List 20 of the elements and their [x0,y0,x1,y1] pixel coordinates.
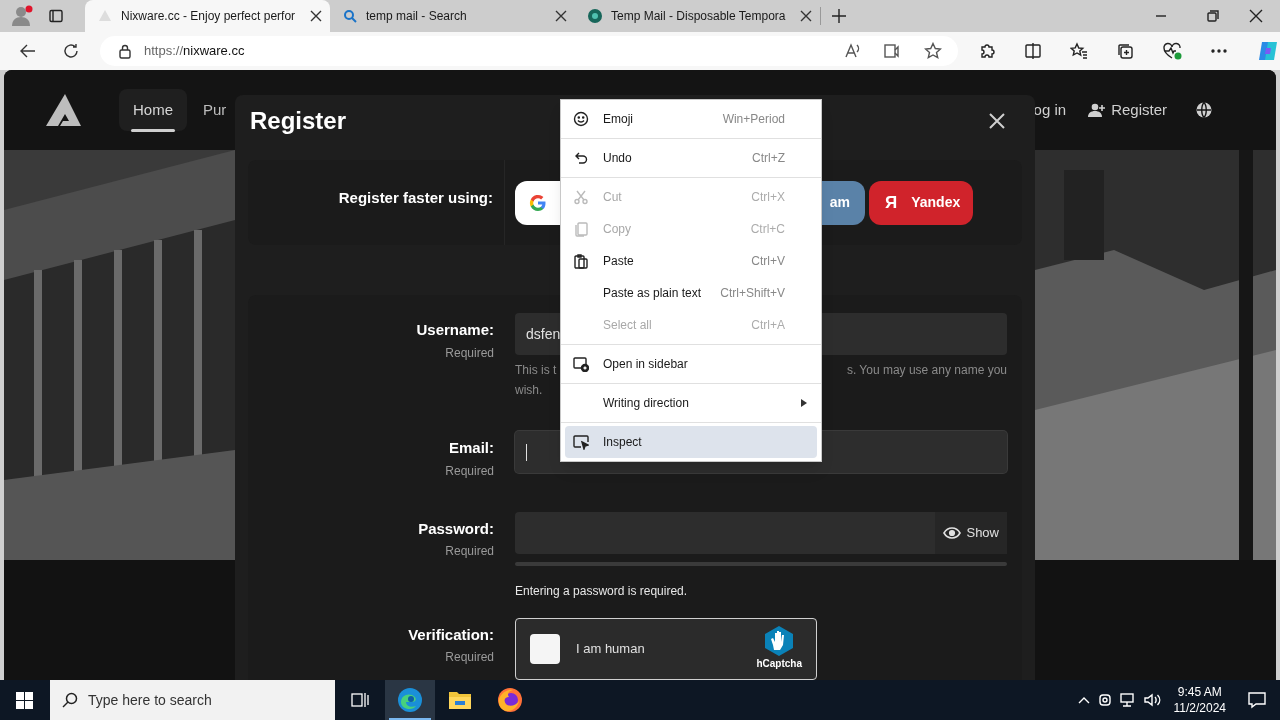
required-note: Required [445,543,494,560]
field-label: Verification: [408,624,494,645]
field-label: Email: [449,438,494,458]
field-label: Password: [418,518,494,539]
field-label: Register faster using: [338,188,493,208]
hint-text: wish. [515,382,544,399]
url-text: https://nixware.cc [144,42,245,61]
tab-title: temp mail - Search [366,8,467,25]
required-note: Required [445,344,494,362]
hint-text: This is t [515,362,557,379]
dialog-title: Register [250,106,347,136]
captcha-brand: hCaptcha [756,657,802,671]
tab-title: Nixware.cc - Enjoy perfect perfor [121,8,296,25]
tab-title: Temp Mail - Disposable Tempora [611,8,786,25]
checkbox-label: I am human [576,639,645,658]
required-note: Required [445,462,494,480]
hint-text: s. You may use any name you [846,362,1007,379]
validation-message: Entering a password is required. [515,582,689,600]
field-label: Username: [416,320,494,340]
required-note: Required [445,649,494,666]
